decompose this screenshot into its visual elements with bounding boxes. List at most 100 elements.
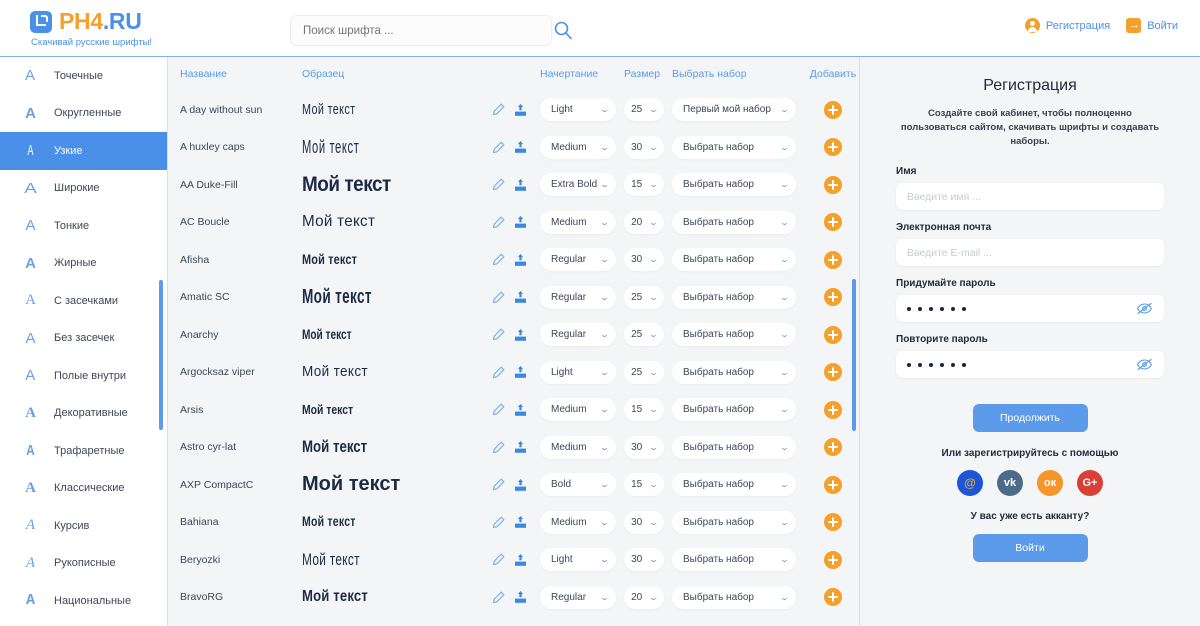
sidebar-item-7[interactable]: A Без засечек (0, 320, 167, 358)
download-icon[interactable] (514, 178, 527, 192)
add-to-set-button[interactable] (824, 250, 842, 269)
add-to-set-button[interactable] (824, 100, 842, 119)
edit-pencil-icon[interactable] (492, 141, 505, 154)
download-icon[interactable] (514, 328, 527, 342)
add-to-set-button[interactable] (824, 213, 842, 232)
size-select[interactable]: 30 ⌄ (624, 435, 664, 459)
style-select[interactable]: Regular ⌄ (540, 285, 616, 309)
size-select[interactable]: 30 ⌄ (624, 548, 664, 572)
table-scrollbar-track[interactable] (852, 57, 856, 626)
edit-pencil-icon[interactable] (492, 553, 505, 566)
edit-pencil-icon[interactable] (492, 516, 505, 529)
edit-pencil-icon[interactable] (492, 441, 505, 454)
password-repeat-input-wrap[interactable] (896, 351, 1164, 379)
login-link[interactable]: Войти (1126, 17, 1178, 33)
sidebar-item-12[interactable]: A Курсив (0, 507, 167, 545)
size-select[interactable]: 20 ⌄ (624, 210, 664, 234)
register-link[interactable]: Регистрация (1024, 18, 1110, 33)
add-to-set-button[interactable] (824, 325, 842, 344)
style-select[interactable]: Regular ⌄ (540, 323, 616, 347)
add-to-set-button[interactable] (824, 588, 842, 607)
sidebar-item-3[interactable]: A Широкие (0, 170, 167, 208)
size-select[interactable]: 25 ⌄ (624, 360, 664, 384)
download-icon[interactable] (514, 515, 527, 529)
add-to-set-button[interactable] (824, 475, 842, 494)
set-select[interactable]: Выбрать набор ⌄ (672, 398, 796, 422)
edit-pencil-icon[interactable] (492, 103, 505, 116)
search-input[interactable] (303, 24, 539, 37)
sidebar-item-2[interactable]: A Узкие (0, 132, 167, 170)
style-select[interactable]: Medium ⌄ (540, 398, 616, 422)
add-to-set-button[interactable] (824, 400, 842, 419)
set-select[interactable]: Выбрать набор ⌄ (672, 248, 796, 272)
social-mail-ru-icon[interactable]: @ (957, 470, 983, 497)
size-select[interactable]: 30 ⌄ (624, 135, 664, 159)
edit-pencil-icon[interactable] (492, 178, 505, 191)
sidebar-item-15[interactable]: AСтарославянские (0, 620, 167, 626)
add-to-set-button[interactable] (824, 438, 842, 457)
size-select[interactable]: 20 ⌄ (624, 585, 664, 609)
add-to-set-button[interactable] (824, 138, 842, 157)
set-select[interactable]: Выбрать набор ⌄ (672, 210, 796, 234)
size-select[interactable]: 15 ⌄ (624, 173, 664, 197)
style-select[interactable]: Regular ⌄ (540, 248, 616, 272)
size-select[interactable]: 15 ⌄ (624, 398, 664, 422)
style-select[interactable]: Extra Bold ⌄ (540, 173, 616, 197)
set-select[interactable]: Выбрать набор ⌄ (672, 435, 796, 459)
download-icon[interactable] (514, 478, 527, 492)
social-odnoklassniki-icon[interactable]: ок (1037, 470, 1063, 497)
size-select[interactable]: 25 ⌄ (624, 323, 664, 347)
eye-off-icon-repeat[interactable] (1136, 358, 1153, 371)
download-icon[interactable] (514, 290, 527, 304)
style-select[interactable]: Regular ⌄ (540, 585, 616, 609)
set-select[interactable]: Выбрать набор ⌄ (672, 473, 796, 497)
edit-pencil-icon[interactable] (492, 478, 505, 491)
set-select[interactable]: Выбрать набор ⌄ (672, 548, 796, 572)
sidebar-item-13[interactable]: A Рукописные (0, 545, 167, 583)
sidebar-item-5[interactable]: A Жирные (0, 245, 167, 283)
add-to-set-button[interactable] (824, 513, 842, 532)
edit-pencil-icon[interactable] (492, 591, 505, 604)
add-to-set-button[interactable] (824, 550, 842, 569)
download-icon[interactable] (514, 365, 527, 379)
set-select[interactable]: Выбрать набор ⌄ (672, 285, 796, 309)
sidebar-item-11[interactable]: A Классические (0, 470, 167, 508)
login-button[interactable]: Войти (972, 534, 1088, 563)
name-input-wrap[interactable] (896, 183, 1164, 211)
size-select[interactable]: 25 ⌄ (624, 98, 664, 122)
sidebar-item-1[interactable]: A Округленные (0, 95, 167, 133)
style-select[interactable]: Medium ⌄ (540, 435, 616, 459)
password-input-wrap[interactable] (896, 295, 1164, 323)
style-select[interactable]: Medium ⌄ (540, 210, 616, 234)
edit-pencil-icon[interactable] (492, 328, 505, 341)
continue-button[interactable]: Продолжить (972, 404, 1088, 433)
social-vk-icon[interactable]: vk (997, 470, 1023, 497)
style-select[interactable]: Light ⌄ (540, 548, 616, 572)
download-icon[interactable] (514, 215, 527, 229)
edit-pencil-icon[interactable] (492, 291, 505, 304)
edit-pencil-icon[interactable] (492, 403, 505, 416)
search-icon[interactable] (553, 20, 573, 40)
social-google-plus-icon[interactable]: G+ (1077, 470, 1103, 497)
size-select[interactable]: 25 ⌄ (624, 285, 664, 309)
download-icon[interactable] (514, 553, 527, 567)
edit-pencil-icon[interactable] (492, 216, 505, 229)
email-input[interactable] (907, 246, 1153, 259)
set-select[interactable]: Первый мой набор ⌄ (672, 98, 796, 122)
download-icon[interactable] (514, 103, 527, 117)
style-select[interactable]: Light ⌄ (540, 98, 616, 122)
sidebar-scrollbar-track[interactable] (159, 57, 163, 626)
style-select[interactable]: Medium ⌄ (540, 135, 616, 159)
set-select[interactable]: Выбрать набор ⌄ (672, 510, 796, 534)
edit-pencil-icon[interactable] (492, 366, 505, 379)
site-logo[interactable]: PH4.RU Скачивай русские шрифты! (30, 8, 152, 48)
name-input[interactable] (907, 190, 1153, 203)
add-to-set-button[interactable] (824, 175, 842, 194)
style-select[interactable]: Medium ⌄ (540, 510, 616, 534)
sidebar-scrollbar-thumb[interactable] (159, 280, 163, 430)
sidebar-item-9[interactable]: A Декоративные (0, 395, 167, 433)
search-box[interactable] (290, 15, 552, 46)
add-to-set-button[interactable] (824, 288, 842, 307)
size-select[interactable]: 30 ⌄ (624, 510, 664, 534)
sidebar-item-10[interactable]: A Трафаретные (0, 432, 167, 470)
